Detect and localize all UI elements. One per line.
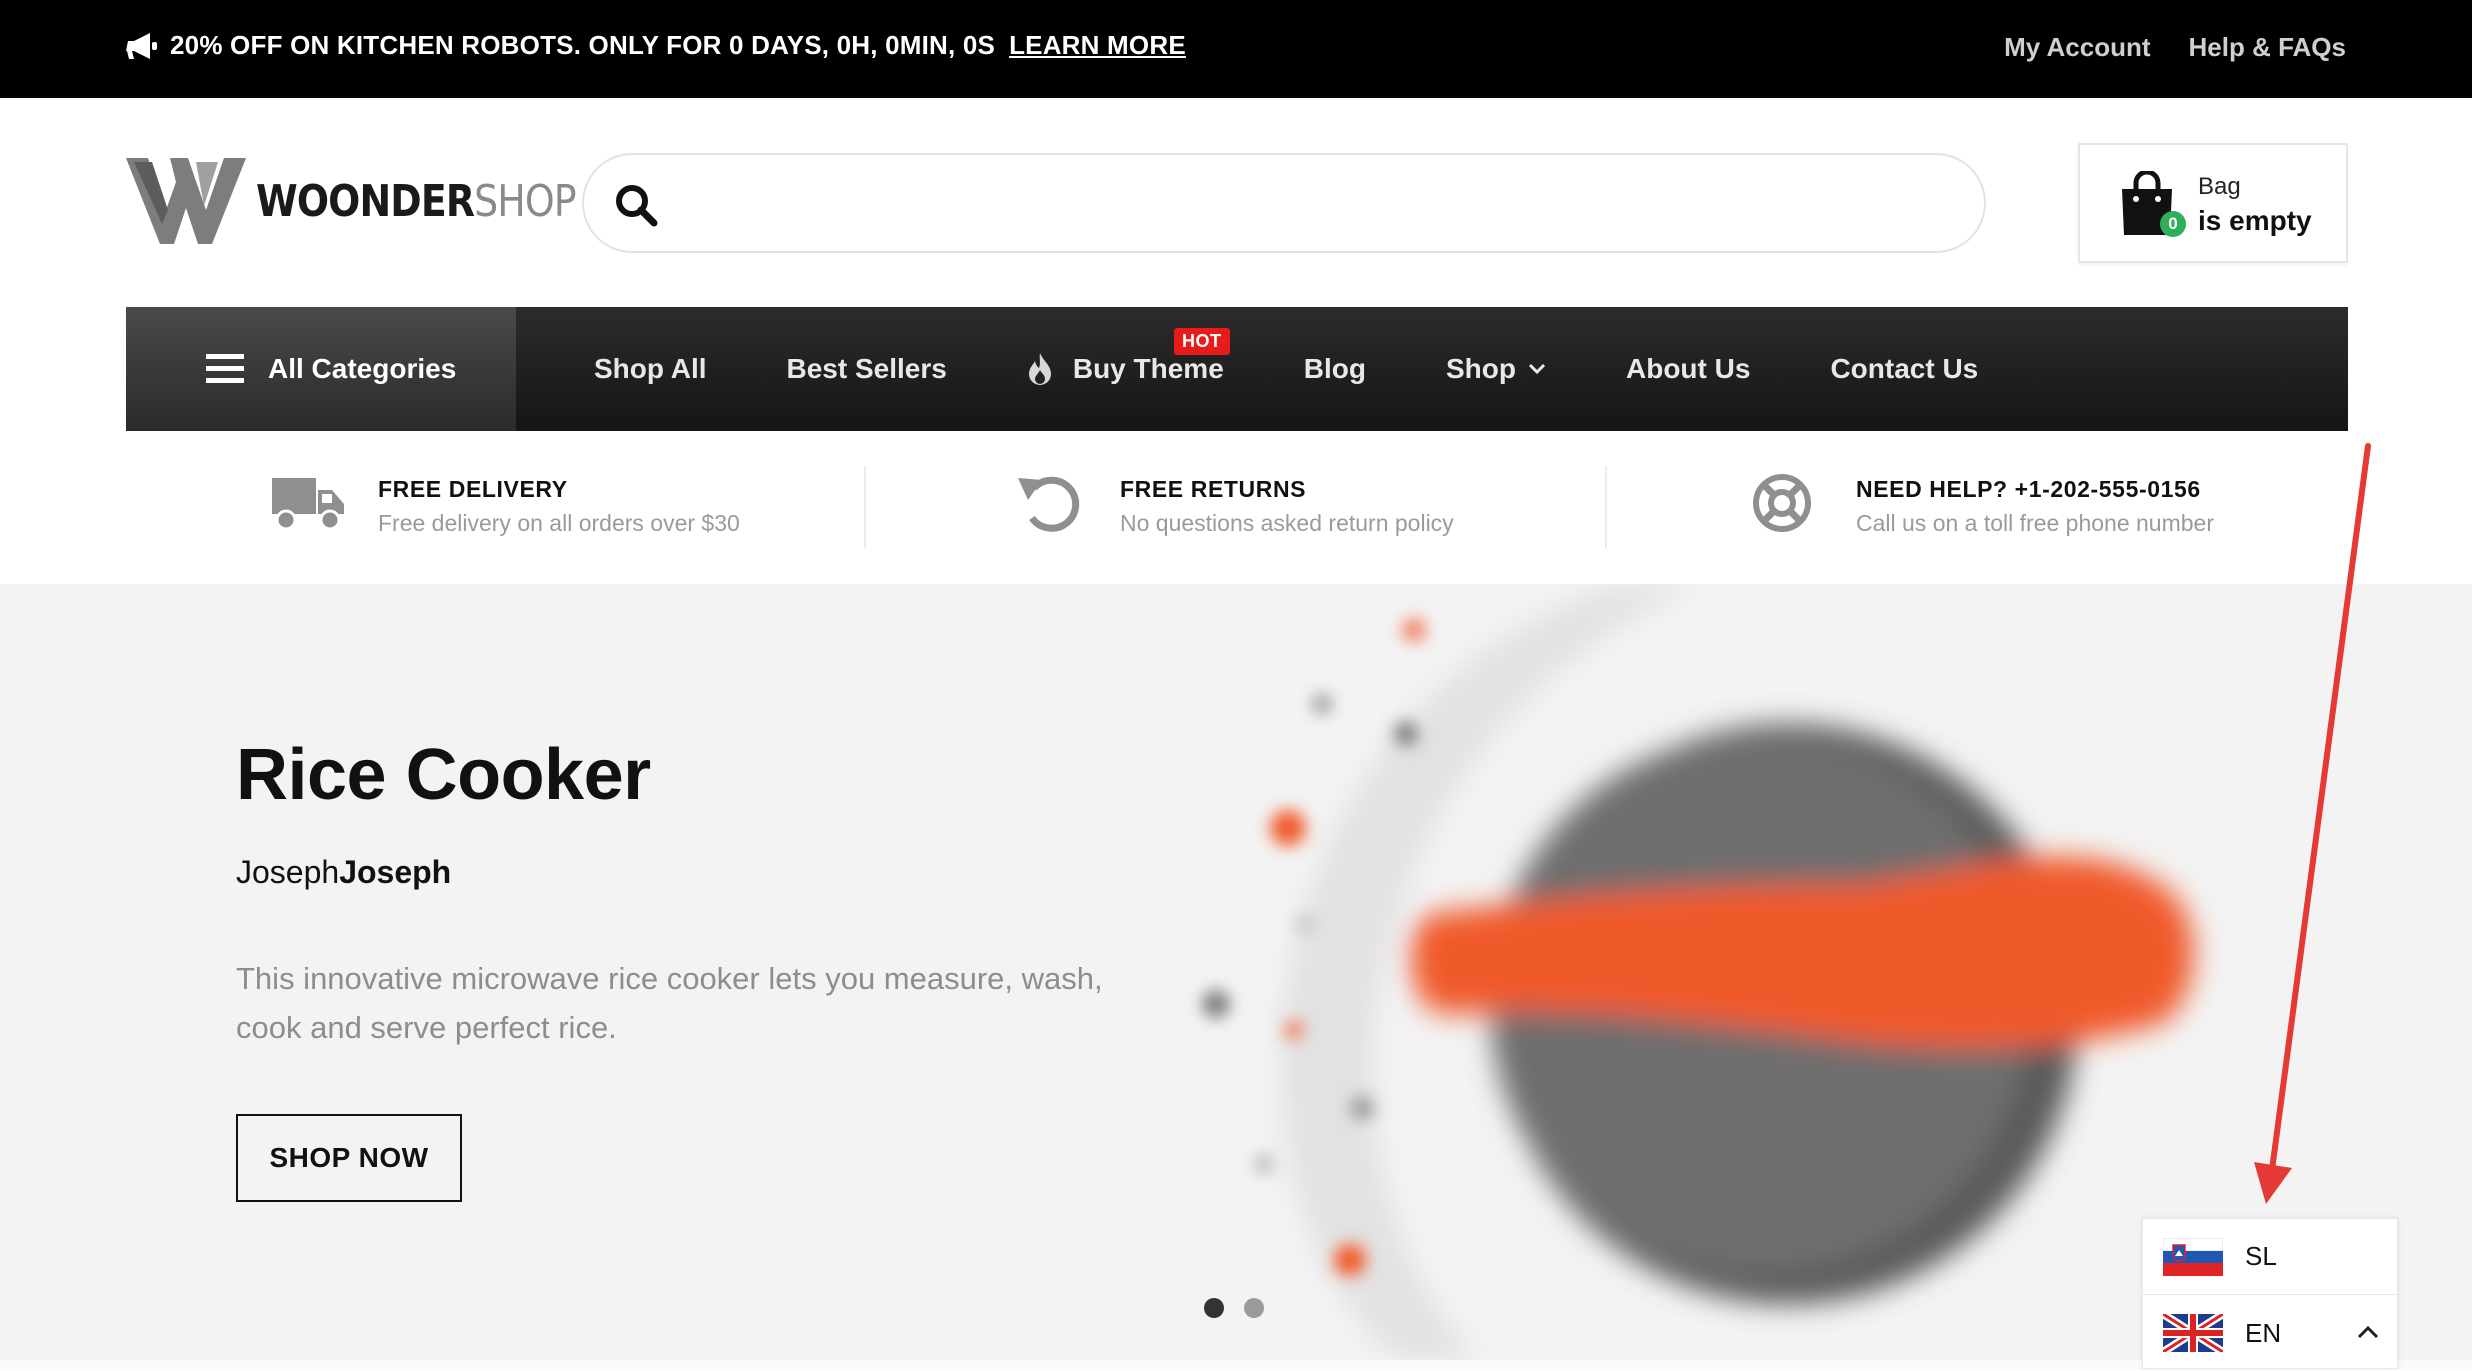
hero-brand: JosephJoseph xyxy=(236,854,451,891)
feature-title: FREE RETURNS xyxy=(1120,476,1307,502)
feature-subtitle: Call us on a toll free phone number xyxy=(1856,510,2214,536)
my-account-link[interactable]: My Account xyxy=(2004,32,2150,63)
feature-free-delivery: FREE DELIVERY Free delivery on all order… xyxy=(272,462,872,552)
search-icon[interactable] xyxy=(614,183,658,227)
feature-subtitle: No questions asked return policy xyxy=(1120,510,1454,536)
hero-title: Rice Cooker xyxy=(236,735,651,815)
promo-text: 20% OFF ON KITCHEN ROBOTS. ONLY FOR 0 DA… xyxy=(170,30,996,60)
help-faqs-link[interactable]: Help & FAQs xyxy=(2189,32,2346,63)
top-bar: 20% OFF ON KITCHEN ROBOTS. ONLY FOR 0 DA… xyxy=(0,0,2472,98)
language-option-en[interactable]: EN xyxy=(2143,1295,2399,1371)
brand-light: Joseph xyxy=(236,854,340,890)
promo-banner: 20% OFF ON KITCHEN ROBOTS. ONLY FOR 0 DA… xyxy=(126,30,1186,61)
logo[interactable]: WOONDERSHOP xyxy=(126,158,628,244)
feature-divider xyxy=(864,466,866,548)
feature-title: FREE DELIVERY xyxy=(378,476,568,502)
language-switcher[interactable]: SL EN xyxy=(2142,1218,2399,1371)
nav-item-label: Shop All xyxy=(594,353,707,384)
menu-icon xyxy=(206,354,244,383)
slovenia-flag-icon xyxy=(2163,1237,2223,1276)
nav-item-shop[interactable]: Shop xyxy=(1446,353,1546,385)
logo-text-woonder: WOONDER xyxy=(256,175,475,227)
slider-dots xyxy=(1204,1298,1264,1318)
feature-subtitle: Free delivery on all orders over $30 xyxy=(378,510,740,536)
nav-item-label: Contact Us xyxy=(1830,353,1979,384)
bag-status: is empty xyxy=(2198,205,2312,236)
hero-slider: Rice Cooker JosephJoseph This innovative… xyxy=(0,584,2472,1360)
nav-item-contact-us[interactable]: Contact Us xyxy=(1830,353,1978,385)
search-bar[interactable] xyxy=(582,153,1986,253)
bag-count-badge: 0 xyxy=(2160,211,2186,237)
search-input[interactable] xyxy=(670,173,1950,235)
main-nav: All Categories Shop All Best Sellers Buy… xyxy=(126,307,2348,431)
feature-title: NEED HELP? +1-202-555-0156 xyxy=(1856,476,2201,502)
nav-item-best-sellers[interactable]: Best Sellers xyxy=(787,353,947,385)
nav-item-blog[interactable]: Blog xyxy=(1304,353,1366,385)
features-row: FREE DELIVERY Free delivery on all order… xyxy=(126,462,2348,552)
return-icon xyxy=(1018,476,1080,532)
learn-more-link[interactable]: LEARN MORE xyxy=(1009,30,1186,61)
truck-icon xyxy=(272,478,344,531)
all-categories-label: All Categories xyxy=(268,353,457,384)
megaphone-icon xyxy=(126,32,157,59)
nav-item-label: Buy Theme xyxy=(1072,353,1224,384)
slider-dot[interactable] xyxy=(1204,1298,1224,1318)
nav-item-label: Shop xyxy=(1446,353,1516,384)
chevron-up-icon[interactable] xyxy=(2357,1325,2379,1339)
hero-description: This innovative microwave rice cooker le… xyxy=(236,961,1103,1045)
brand-bold: Joseph xyxy=(339,854,452,890)
shop-now-button[interactable]: SHOP NOW xyxy=(236,1114,462,1202)
flame-icon xyxy=(1028,353,1051,385)
uk-flag-icon xyxy=(2163,1314,2223,1352)
language-code: SL xyxy=(2245,1241,2277,1271)
nav-item-label: About Us xyxy=(1626,353,1751,384)
bag-label: Bag xyxy=(2198,173,2241,200)
logo-text: WOONDERSHOP xyxy=(256,175,577,227)
hot-badge: HOT xyxy=(1174,328,1230,355)
page-bottom-edge xyxy=(0,1360,2472,1369)
slider-dot[interactable] xyxy=(1244,1298,1264,1318)
language-code: EN xyxy=(2245,1317,2282,1348)
feature-divider xyxy=(1605,466,1607,548)
all-categories-button[interactable]: All Categories xyxy=(126,307,516,431)
logo-mark-icon xyxy=(126,158,246,244)
language-option-sl[interactable]: SL xyxy=(2143,1219,2399,1295)
logo-text-shop: SHOP xyxy=(474,175,577,227)
lifebuoy-icon xyxy=(1753,474,1811,532)
nav-item-label: Blog xyxy=(1303,353,1366,384)
bag-widget[interactable]: 0 Bag is empty xyxy=(2078,143,2348,263)
chevron-down-icon xyxy=(1528,363,1546,375)
nav-item-buy-theme[interactable]: Buy Theme xyxy=(1027,352,1224,386)
nav-item-about-us[interactable]: About Us xyxy=(1626,353,1750,385)
feature-free-returns: FREE RETURNS No questions asked return p… xyxy=(1014,462,1614,552)
feature-need-help: NEED HELP? +1-202-555-0156 Call us on a … xyxy=(1750,462,2390,552)
nav-item-shop-all[interactable]: Shop All xyxy=(594,353,707,385)
nav-item-label: Best Sellers xyxy=(786,353,947,384)
